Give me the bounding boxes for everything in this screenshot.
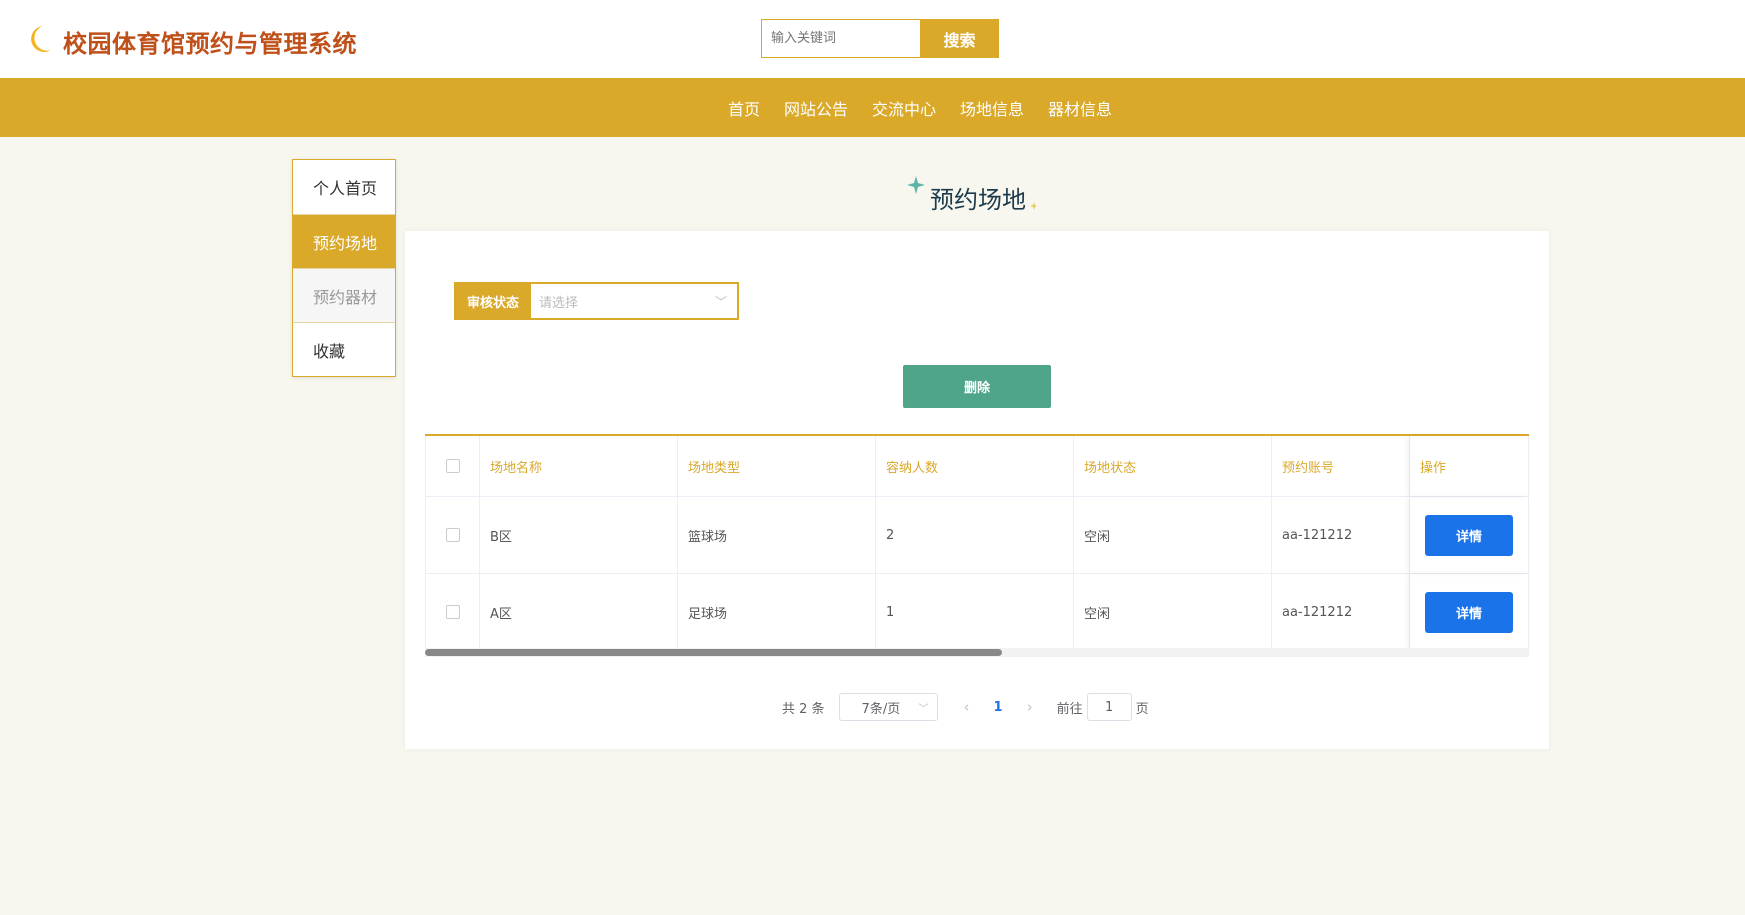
pagination: 共 2 条 7条/页 ﹀ ‹ 1 › 前往 页 — [782, 693, 1149, 721]
detail-button[interactable]: 详情 — [1425, 514, 1513, 556]
row-checkbox[interactable] — [445, 528, 460, 542]
sidebar-item-favorites[interactable]: 收藏 — [293, 322, 395, 376]
goto-page-input[interactable] — [1086, 693, 1132, 721]
page-number-current[interactable]: 1 — [994, 700, 1003, 715]
filter-label: 审核状态 — [454, 282, 532, 320]
search-button[interactable]: 搜索 — [920, 19, 999, 58]
select-all-checkbox[interactable] — [445, 459, 460, 473]
cell-capacity: 2 — [876, 497, 1074, 573]
prev-page-icon[interactable]: ‹ — [964, 698, 970, 716]
sidebar-item-venue-booking[interactable]: 预约场地 — [293, 214, 395, 268]
header-account: 预约账号 — [1272, 436, 1410, 496]
chevron-down-icon: ﹀ — [918, 703, 929, 715]
header-type: 场地类型 — [678, 436, 876, 496]
cell-account: aa-121212 — [1272, 497, 1410, 573]
chevron-down-icon: ﹀ — [714, 295, 727, 309]
page-size-select[interactable]: 7条/页 ﹀ — [838, 693, 938, 721]
next-page-icon[interactable]: › — [1027, 698, 1033, 716]
cell-type: 篮球场 — [678, 497, 876, 573]
cell-account: aa-121212 — [1272, 574, 1410, 650]
row-checkbox[interactable] — [445, 605, 460, 619]
sidebar: 个人首页 预约场地 预约器材 收藏 — [292, 159, 396, 377]
select-placeholder: 请选择 — [539, 295, 579, 311]
page-suffix: 页 — [1135, 701, 1149, 717]
cell-name: A区 — [480, 574, 678, 650]
scrollbar-thumb[interactable] — [425, 649, 1002, 656]
review-status-select[interactable]: 请选择 ﹀ — [531, 282, 739, 320]
main-nav: 首页 网站公告 交流中心 场地信息 器材信息 — [0, 78, 1745, 137]
cell-type: 足球场 — [678, 574, 876, 650]
total-count: 共 2 条 — [782, 701, 825, 717]
header-action: 操作 — [1410, 436, 1529, 496]
search-input[interactable] — [761, 19, 921, 58]
table-row: B区 篮球场 2 空闲 aa-121212 详情 — [425, 497, 1529, 574]
delete-button[interactable]: 删除 — [903, 365, 1051, 408]
table-header-row: 场地名称 场地类型 容纳人数 场地状态 预约账号 操作 — [425, 436, 1529, 497]
header-status: 场地状态 — [1074, 436, 1272, 496]
sidebar-item-equipment-booking[interactable]: 预约器材 — [293, 268, 395, 322]
venue-table: 场地名称 场地类型 容纳人数 场地状态 预约账号 操作 B区 篮球场 2 空闲 … — [425, 434, 1529, 651]
nav-equipment[interactable]: 器材信息 — [1048, 96, 1112, 120]
site-title: 校园体育馆预约与管理系统 — [63, 30, 357, 58]
nav-venues[interactable]: 场地信息 — [960, 96, 1024, 120]
header-name: 场地名称 — [480, 436, 678, 496]
nav-home[interactable]: 首页 — [728, 96, 760, 120]
cell-capacity: 1 — [876, 574, 1074, 650]
sidebar-item-profile[interactable]: 个人首页 — [293, 160, 395, 214]
header-capacity: 容纳人数 — [876, 436, 1074, 496]
page-title: 预约场地 — [930, 186, 1026, 214]
nav-announcements[interactable]: 网站公告 — [784, 96, 848, 120]
horizontal-scrollbar[interactable] — [425, 648, 1529, 657]
cell-name: B区 — [480, 497, 678, 573]
detail-button[interactable]: 详情 — [1425, 591, 1513, 633]
page-size-value: 7条/页 — [861, 701, 901, 717]
table-row: A区 足球场 1 空闲 aa-121212 详情 — [425, 574, 1529, 651]
nav-forum[interactable]: 交流中心 — [872, 96, 936, 120]
cell-status: 空闲 — [1074, 497, 1272, 573]
moon-logo-icon — [31, 26, 51, 52]
goto-label: 前往 — [1056, 701, 1083, 717]
cell-status: 空闲 — [1074, 574, 1272, 650]
